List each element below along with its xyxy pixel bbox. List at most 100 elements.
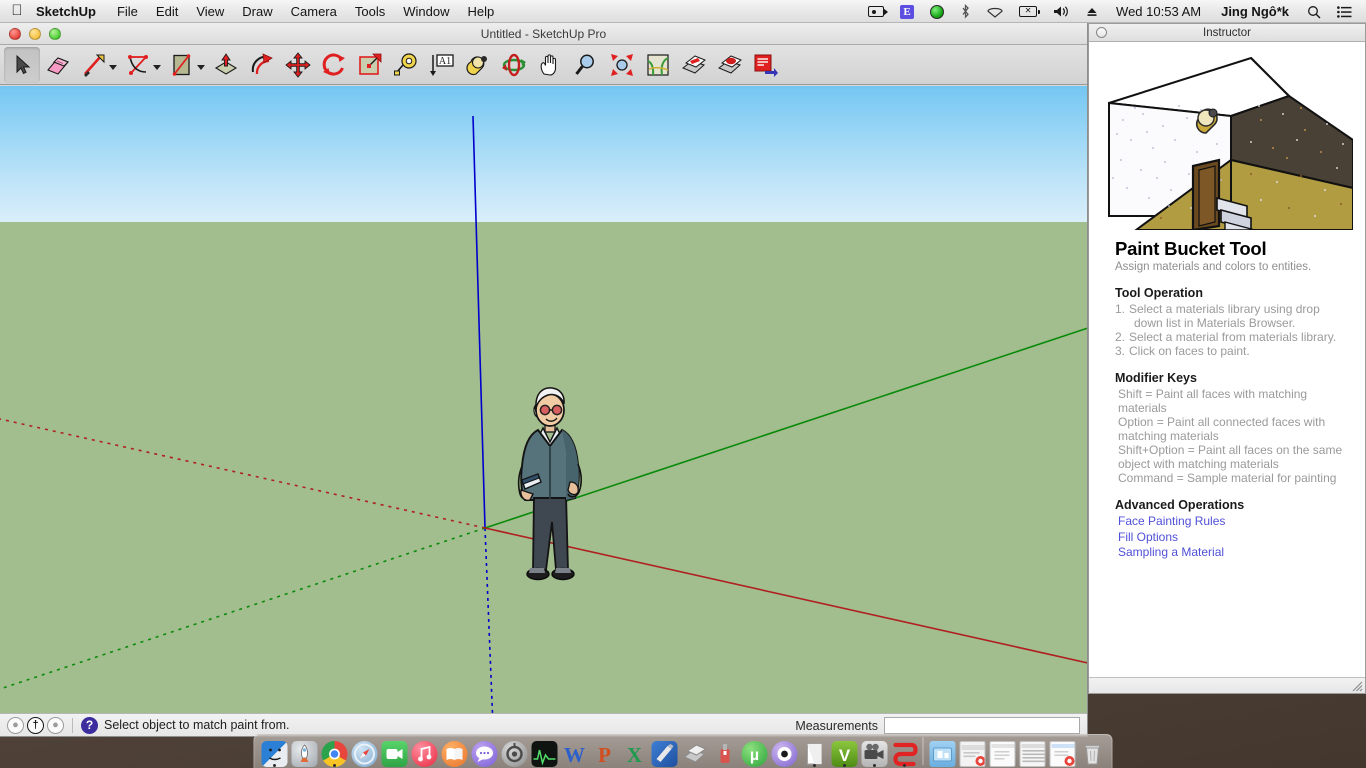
move-tool[interactable] [280,47,316,83]
zoom-tool[interactable] [568,47,604,83]
dock-item-media-player[interactable] [770,736,799,767]
notification-center-icon[interactable] [1329,0,1360,23]
dock-item-powerpoint[interactable]: P [590,736,619,767]
menu-item-draw[interactable]: Draw [233,0,281,23]
paint-bucket-tool[interactable] [460,47,496,83]
dock-item-download-window-3[interactable] [1018,736,1047,767]
geo-location-icon[interactable]: ● [7,716,24,734]
green-axis-dashed [0,527,486,690]
dock-item-finder[interactable] [260,736,289,767]
dock-item-trash[interactable] [1078,736,1107,767]
volume-icon[interactable] [1045,0,1078,23]
list-item: 3. Click on faces to paint. [1115,344,1250,358]
dock-item-facetime[interactable] [380,736,409,767]
svg-text:A1: A1 [439,56,451,67]
instructor-title-bar[interactable]: Instructor [1089,24,1365,42]
menu-bar-clock[interactable]: Wed 10:53 AM [1106,4,1211,19]
push-pull-tool[interactable] [208,47,244,83]
dock-item-itunes[interactable] [410,736,439,767]
menu-item-sketchup[interactable]: SketchUp [34,0,108,23]
model-viewport[interactable] [0,86,1087,714]
link-face-painting-rules[interactable]: Face Painting Rules [1115,514,1351,530]
rotate-tool[interactable] [316,47,352,83]
dock-item-system-prefs[interactable] [500,736,529,767]
dock-item-excel[interactable]: X [620,736,649,767]
credits-icon[interactable]: † [27,716,44,734]
instructor-content: Paint Bucket Tool Assign materials and c… [1089,230,1365,561]
paint-bucket-illustration [1101,48,1353,230]
screen-recorder-icon[interactable] [860,0,892,23]
select-tool[interactable] [4,46,40,83]
dock-item-pages[interactable] [800,736,829,767]
pan-tool[interactable] [532,47,568,83]
dock-item-launchpad[interactable] [290,736,319,767]
menu-item-tools[interactable]: Tools [346,0,394,23]
apple-logo-icon[interactable]:  [0,3,34,20]
measurements-input[interactable] [884,717,1080,734]
dock-item-chrome[interactable] [320,736,349,767]
line-tool[interactable] [76,47,112,83]
dock-item-xcode[interactable] [650,736,679,767]
bluetooth-icon[interactable] [952,0,979,23]
close-button[interactable] [9,27,21,40]
dock-item-sketchup[interactable] [890,736,919,767]
menu-item-edit[interactable]: Edit [147,0,187,23]
menu-item-file[interactable]: File [108,0,147,23]
dock-item-word[interactable]: W [560,736,589,767]
toggle-terrain-tool[interactable] [712,47,748,83]
green-status-dot-icon[interactable] [922,0,952,23]
minimize-button[interactable] [29,27,41,40]
spotlight-search-icon[interactable] [1299,0,1329,23]
airplay-icon[interactable] [979,0,1011,23]
dock-item-utorrent[interactable]: µ [740,736,769,767]
text-tool[interactable]: A1 [424,47,460,83]
tape-measure-tool[interactable] [388,47,424,83]
dock-item-download-window-1[interactable] [958,736,987,767]
evernote-icon[interactable]: E [892,0,922,23]
svg-text:X: X [626,743,641,767]
menu-item-view[interactable]: View [187,0,233,23]
battery-icon[interactable]: ✕ [1011,0,1045,23]
status-message: Select object to match paint from. [104,718,290,732]
dock: W P X µ V [253,734,1113,768]
eject-icon[interactable] [1078,0,1106,23]
dock-item-graphics-app[interactable] [680,736,709,767]
dock-item-documents-folder[interactable] [928,736,957,767]
person-icon[interactable]: ● [47,716,64,734]
dock-item-archive-app[interactable] [710,736,739,767]
share-model-tool[interactable] [748,47,784,83]
svg-text:V: V [838,746,850,765]
dock-item-safari[interactable] [350,736,379,767]
add-location-tool[interactable] [640,47,676,83]
instructor-tool-subtitle: Assign materials and colors to entities. [1115,261,1312,273]
link-fill-options[interactable]: Fill Options [1115,530,1351,546]
zoom-button[interactable] [49,27,61,40]
dock-item-activity-monitor[interactable] [530,736,559,767]
menu-item-window[interactable]: Window [394,0,458,23]
eraser-tool[interactable] [40,47,76,83]
arc-tool[interactable] [120,47,156,83]
dock-item-download-window-2[interactable] [988,736,1017,767]
zoom-extents-tool[interactable] [604,47,640,83]
menu-item-camera[interactable]: Camera [282,0,346,23]
help-icon[interactable]: ? [81,716,98,734]
mac-menu-bar:  SketchUp File Edit View Draw Camera To… [0,0,1366,23]
dock-item-download-window-4[interactable] [1048,736,1077,767]
scale-figure-person[interactable] [508,382,592,598]
dock-item-ibooks[interactable] [440,736,469,767]
scale-tool[interactable] [352,47,388,83]
link-sampling-a-material[interactable]: Sampling a Material [1115,545,1351,561]
photo-textures-tool[interactable] [676,47,712,83]
rectangle-tool[interactable] [164,47,200,83]
dock-item-vlc[interactable]: V [830,736,859,767]
follow-me-tool[interactable] [244,47,280,83]
svg-text:W: W [564,743,585,767]
window-title-bar[interactable]: Untitled - SketchUp Pro [0,23,1087,45]
menu-item-help[interactable]: Help [458,0,503,23]
menu-bar-username[interactable]: Jing Ngô*k [1211,4,1299,19]
dock-item-messages[interactable] [470,736,499,767]
dock-item-imovie[interactable] [860,736,889,767]
resize-grip-handle[interactable] [1351,680,1363,692]
orbit-tool[interactable] [496,47,532,83]
modifier-keys-list: Shift = Paint all faces with matching ma… [1115,387,1351,485]
